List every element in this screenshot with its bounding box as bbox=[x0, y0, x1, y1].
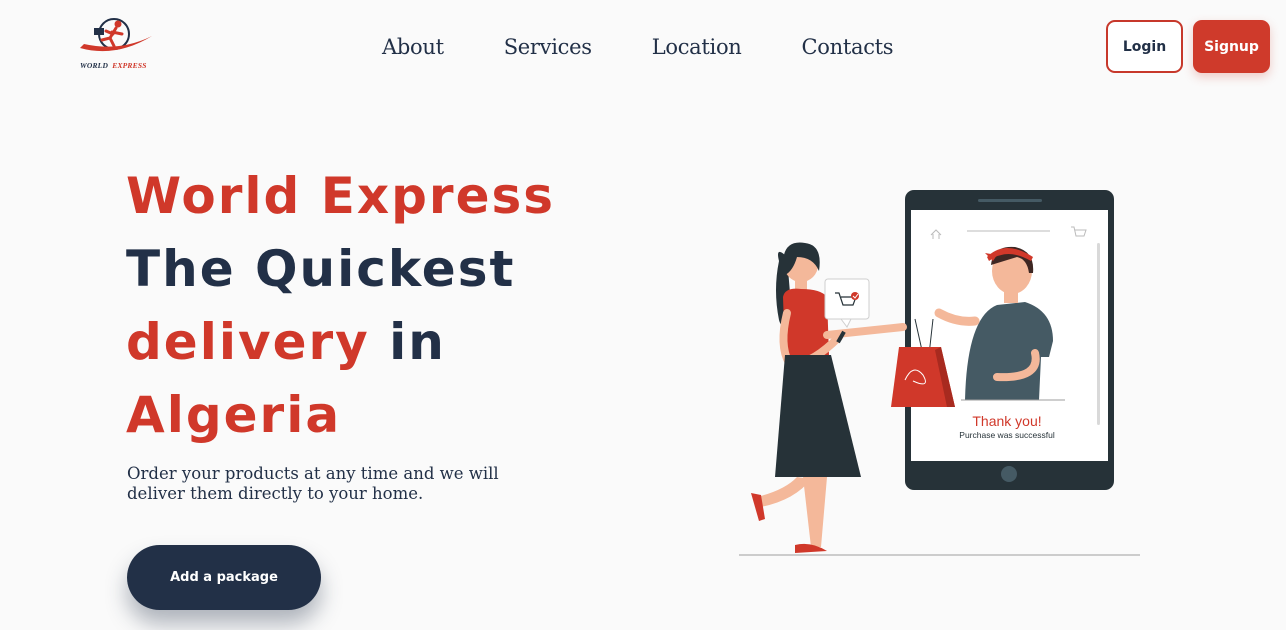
nav-contacts[interactable]: Contacts bbox=[802, 35, 894, 59]
runner-globe-icon bbox=[80, 18, 152, 52]
signup-button[interactable]: Signup bbox=[1193, 20, 1270, 73]
hero-title-line-2: The Quickest bbox=[126, 240, 516, 298]
hero-title: World Express The Quickest delivery in A… bbox=[126, 160, 555, 452]
login-button[interactable]: Login bbox=[1106, 20, 1183, 73]
hero-title-line-3: delivery in bbox=[126, 313, 446, 371]
nav-location[interactable]: Location bbox=[652, 35, 742, 59]
add-package-button[interactable]: Add a package bbox=[127, 545, 321, 610]
purchase-success-text: Purchase was successful bbox=[959, 430, 1055, 440]
main-nav: About Services Location Contacts bbox=[382, 35, 894, 59]
thank-you-text: Thank you! bbox=[972, 413, 1041, 429]
delivery-illustration: Thank you! Purchase was successful bbox=[739, 190, 1140, 556]
nav-about[interactable]: About bbox=[382, 35, 444, 59]
brand-logo[interactable]: WORLD EXPRESS bbox=[76, 14, 156, 72]
hero-description: Order your products at any time and we w… bbox=[127, 464, 499, 503]
logo-wordmark: WORLD EXPRESS bbox=[80, 61, 147, 70]
hero-title-line-4: Algeria bbox=[126, 386, 342, 444]
nav-services[interactable]: Services bbox=[504, 35, 592, 59]
hero-title-line-1: World Express bbox=[126, 167, 556, 225]
